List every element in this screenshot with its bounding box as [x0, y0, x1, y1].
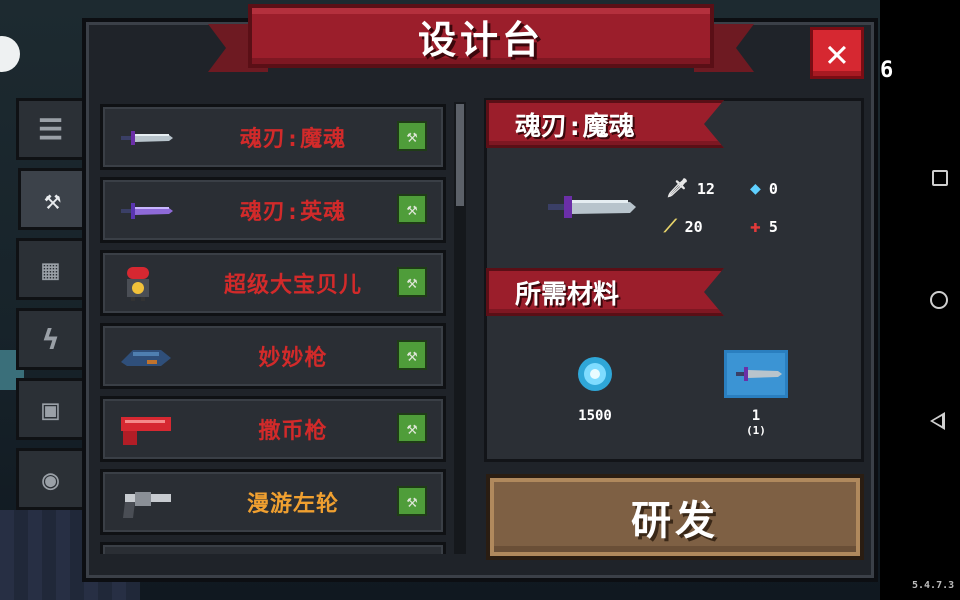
list-icon: ☰: [37, 112, 64, 146]
stat-energy: ◆ 0: [750, 178, 778, 199]
list-item[interactable]: 漫游左轮 ⚒: [100, 469, 446, 535]
material-blueprint-owned: (1): [746, 424, 766, 437]
pet-tab-icon: ◉: [42, 462, 59, 496]
material-gem-count: 1500: [578, 408, 612, 424]
tab-items[interactable]: ▣: [16, 378, 82, 440]
tab-list[interactable]: ☰: [16, 98, 82, 160]
page-title: 设计台: [417, 17, 544, 62]
weapon-name: 漫游左轮: [246, 492, 339, 517]
weapon-name: 撒币枪: [258, 419, 328, 444]
materials-title-text: 所需材料: [515, 279, 620, 310]
version-label: 5.4.7.3: [912, 580, 955, 591]
hammer-icon: ⚒: [397, 267, 427, 297]
list-item[interactable]: 撒币枪 ⚒: [100, 396, 446, 462]
soul-blade-hero-icon: [121, 203, 173, 219]
list-item[interactable]: 妙妙枪 ⚒: [100, 323, 446, 389]
stat-damage: 🗡 12: [666, 178, 715, 199]
weapon-tab-icon: ⚒: [44, 182, 61, 216]
weapon-list[interactable]: 魂刃:魔魂 ⚒ 魂刃:英魂 ⚒ 超级大宝贝儿 ⚒ 妙妙枪 ⚒ 撒币枪 ⚒ 漫游左…: [96, 98, 452, 554]
gem-count: 6: [880, 58, 894, 83]
lightning-tab-icon: ϟ: [42, 322, 59, 356]
list-item[interactable]: [100, 542, 446, 554]
wonder-gun-icon: [121, 350, 171, 366]
research-label: 研发: [631, 498, 719, 544]
home-button[interactable]: [930, 291, 948, 309]
crosshair-icon: ✚: [750, 216, 761, 237]
energy-crystal-icon: ◆: [750, 178, 761, 199]
selected-weapon-title: 魂刃:魔魂: [486, 100, 724, 148]
weapon-name: 魂刃:英魂: [239, 200, 347, 225]
back-button[interactable]: [930, 412, 945, 430]
list-item[interactable]: 超级大宝贝儿 ⚒: [100, 250, 446, 316]
android-nav-bar: [880, 0, 960, 600]
weapon-name: 超级大宝贝儿: [223, 273, 362, 298]
soul-blade-demon-icon: [548, 196, 636, 218]
revolver-icon: [123, 492, 171, 518]
tab-weapons[interactable]: ⚒: [18, 168, 84, 230]
close-icon: ✕: [825, 31, 849, 75]
armor-tab-icon: ▦: [42, 252, 59, 286]
list-scrollbar-thumb[interactable]: [456, 104, 464, 206]
research-button[interactable]: 研发: [486, 474, 864, 560]
weapon-name: 魂刃:魔魂: [239, 127, 347, 152]
hammer-icon: ⚒: [397, 121, 427, 151]
close-button[interactable]: ✕: [810, 27, 864, 79]
material-blueprint-count: 1: [751, 408, 761, 424]
tab-pets[interactable]: ◉: [16, 448, 82, 510]
tab-skills[interactable]: ϟ: [16, 308, 82, 370]
list-item[interactable]: 魂刃:英魂 ⚒: [100, 177, 446, 243]
hammer-icon: ⚒: [397, 413, 427, 443]
crit-icon: ⟋: [664, 216, 677, 237]
soul-blade-demon-icon: [121, 131, 173, 145]
weapon-name: 妙妙枪: [258, 346, 328, 371]
tab-armor[interactable]: ▦: [16, 238, 82, 300]
recents-button[interactable]: [932, 170, 948, 186]
hammer-icon: ⚒: [397, 486, 427, 516]
selected-weapon-name: 魂刃:魔魂: [515, 111, 635, 142]
stat-crit: ⟋ 20: [664, 216, 703, 237]
hammer-icon: ⚒: [397, 340, 427, 370]
sword-icon: 🗡: [666, 178, 689, 199]
blue-gem-icon: [578, 357, 612, 391]
blueprint-icon: [724, 350, 788, 398]
coin-gun-icon: [121, 417, 171, 445]
stat-accuracy: ✚ 5: [750, 216, 778, 237]
title-banner: 设计台: [208, 4, 754, 78]
hammer-icon: ⚒: [397, 194, 427, 224]
big-baby-bomb-icon: [127, 267, 149, 301]
list-item[interactable]: 魂刃:魔魂 ⚒: [100, 104, 446, 170]
materials-title: 所需材料: [486, 268, 724, 316]
items-tab-icon: ▣: [42, 392, 59, 426]
